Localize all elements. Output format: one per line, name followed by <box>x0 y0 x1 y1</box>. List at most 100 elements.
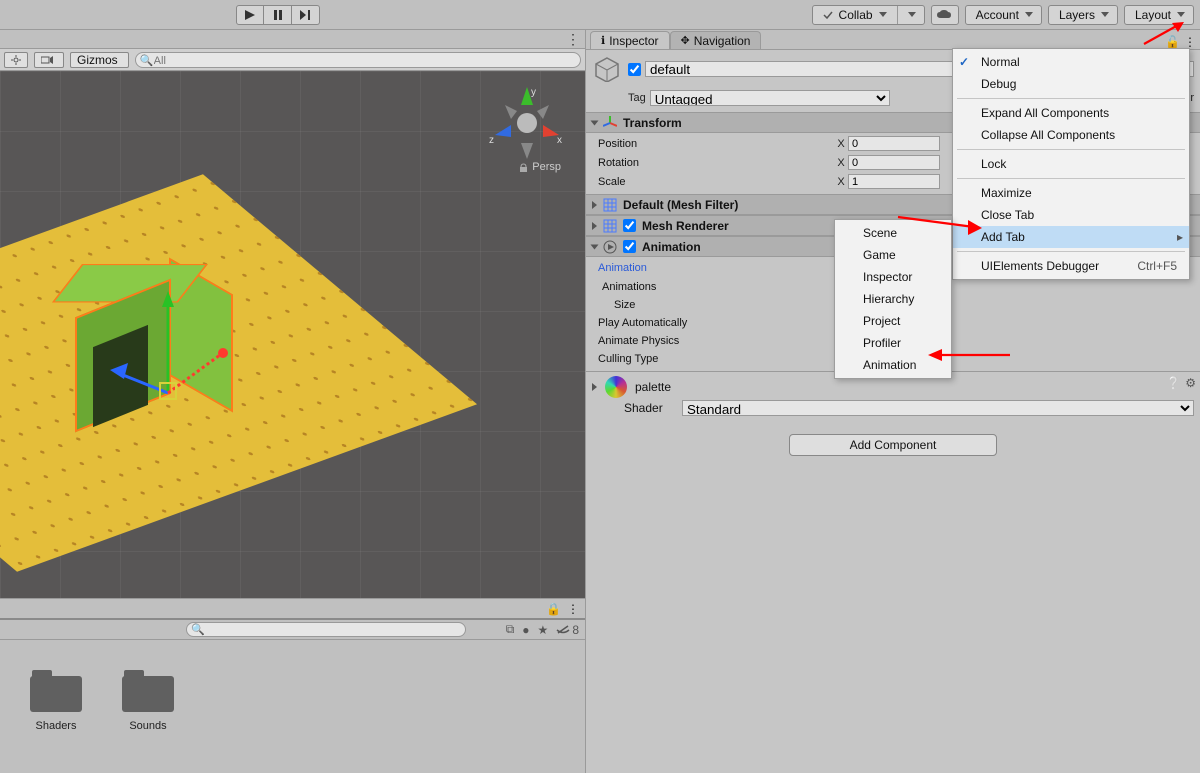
menu-debug[interactable]: Debug <box>953 73 1189 95</box>
layers-label: Layers <box>1059 8 1095 22</box>
lock-closed-icon[interactable]: 🔒 <box>546 602 561 616</box>
rotation-x-input[interactable] <box>848 155 940 170</box>
cloud-button[interactable] <box>931 5 959 25</box>
pause-button[interactable] <box>264 5 292 25</box>
collab-dropdown[interactable]: Collab <box>812 5 925 25</box>
folder-label: Sounds <box>129 720 166 732</box>
meshrenderer-enabled-toggle[interactable] <box>623 219 636 232</box>
axis-y-label: y <box>531 87 536 98</box>
help-icon[interactable]: ❔ <box>1166 376 1181 390</box>
ground-plane <box>0 174 477 571</box>
axis-x-label: x <box>557 135 562 146</box>
submenu-hierarchy[interactable]: Hierarchy <box>835 288 951 310</box>
scale-x-input[interactable] <box>848 174 940 189</box>
check-icon <box>823 10 833 20</box>
star-icon[interactable]: ★ <box>538 623 549 637</box>
gear-icon[interactable]: ⚙ <box>1185 376 1196 390</box>
scene-search[interactable]: 🔍 <box>135 52 581 68</box>
account-dropdown[interactable]: Account <box>965 5 1042 25</box>
search-icon: 🔍 <box>140 54 154 67</box>
top-toolbar: Collab Account Layers Layout <box>0 0 1200 30</box>
caret-icon <box>1025 12 1033 17</box>
menu-close-tab[interactable]: Close Tab <box>953 204 1189 226</box>
add-component-button[interactable]: Add Component <box>789 434 998 456</box>
step-button[interactable] <box>292 5 320 25</box>
submenu-game[interactable]: Game <box>835 244 951 266</box>
gameobject-active-toggle[interactable] <box>628 63 641 76</box>
shader-label: Shader <box>624 401 674 415</box>
position-x-input[interactable] <box>848 136 940 151</box>
gizmos-dropdown[interactable]: Gizmos <box>70 52 129 68</box>
gizmos-label: Gizmos <box>77 53 118 67</box>
animation-icon <box>603 240 617 254</box>
info-icon: ℹ <box>601 34 605 47</box>
folder-icon <box>122 670 174 712</box>
favorite-icon[interactable]: ● <box>522 623 529 637</box>
camera-icon <box>41 56 53 64</box>
annotation-arrow <box>924 345 1014 365</box>
tag-select[interactable]: Untagged <box>650 90 890 106</box>
annotation-arrow <box>896 205 986 235</box>
menu-add-tab[interactable]: Add Tab▸ <box>953 226 1189 248</box>
caret-icon <box>1177 12 1185 17</box>
hidden-icon[interactable]: 8 <box>556 623 579 637</box>
foldout-icon <box>592 201 597 209</box>
scene-status-bar: 🔒 ⋮ <box>0 598 585 618</box>
gameobject-icon <box>592 54 622 84</box>
position-label: Position <box>594 138 834 150</box>
menu-expand-all[interactable]: Expand All Components <box>953 102 1189 124</box>
mesh-icon <box>603 219 617 233</box>
caret-icon <box>879 12 887 17</box>
orientation-gizmo[interactable]: y x z <box>487 83 567 163</box>
transform-icon <box>603 116 617 130</box>
caret-icon <box>908 12 916 17</box>
sun-icon <box>11 55 21 65</box>
scene-fx-toggle[interactable] <box>4 52 28 68</box>
project-folder-shaders[interactable]: Shaders <box>30 670 82 732</box>
project-panel: 🔍 ⧉ ● ★ 8 Shaders <box>0 618 585 773</box>
play-button[interactable] <box>236 5 264 25</box>
material-preview-icon <box>605 376 627 398</box>
menu-uielements-debugger[interactable]: UIElements DebuggerCtrl+F5 <box>953 255 1189 277</box>
scene-viewport[interactable]: y x z Persp <box>0 71 585 598</box>
submenu-project[interactable]: Project <box>835 310 951 332</box>
menu-normal[interactable]: ✓Normal <box>953 51 1189 73</box>
project-search[interactable]: 🔍 <box>186 622 466 637</box>
folder-icon <box>30 670 82 712</box>
cloud-icon <box>937 10 953 20</box>
menu-collapse-all[interactable]: Collapse All Components <box>953 124 1189 146</box>
animation-enabled-toggle[interactable] <box>623 240 636 253</box>
rotation-label: Rotation <box>594 157 834 169</box>
scene-status-options[interactable]: ⋮ <box>567 602 579 616</box>
menu-lock[interactable]: Lock <box>953 153 1189 175</box>
lock-icon <box>519 163 528 172</box>
submenu-inspector[interactable]: Inspector <box>835 266 951 288</box>
project-folder-sounds[interactable]: Sounds <box>122 670 174 732</box>
material-name: palette <box>635 380 671 394</box>
foldout-icon <box>591 244 599 249</box>
folder-label: Shaders <box>36 720 77 732</box>
account-label: Account <box>976 8 1019 22</box>
layers-dropdown[interactable]: Layers <box>1048 5 1118 25</box>
filter-icon[interactable]: ⧉ <box>506 622 515 637</box>
selected-mesh[interactable] <box>75 258 235 413</box>
shader-select[interactable]: Standard <box>682 400 1194 416</box>
scene-options-icon[interactable]: ⋮ <box>566 31 581 48</box>
foldout-icon <box>591 120 599 125</box>
annotation-arrow <box>1140 20 1190 50</box>
axis-z-label: z <box>489 135 494 146</box>
scene-toolbar: Gizmos 🔍 <box>0 49 585 71</box>
playback-controls <box>236 5 320 25</box>
scene-search-input[interactable] <box>154 54 562 68</box>
scale-label: Scale <box>594 176 834 188</box>
projection-label[interactable]: Persp <box>519 161 561 173</box>
scene-2d-toggle[interactable] <box>34 52 64 68</box>
mesh-icon <box>603 198 617 212</box>
inspector-context-menu: ✓Normal Debug Expand All Components Coll… <box>952 48 1190 280</box>
foldout-icon[interactable] <box>592 383 597 391</box>
menu-maximize[interactable]: Maximize <box>953 182 1189 204</box>
tab-inspector[interactable]: ℹ Inspector <box>590 31 670 49</box>
search-icon: 🔍 <box>191 623 205 636</box>
collab-label: Collab <box>839 8 873 22</box>
tab-navigation[interactable]: ✥ Navigation <box>670 31 762 49</box>
